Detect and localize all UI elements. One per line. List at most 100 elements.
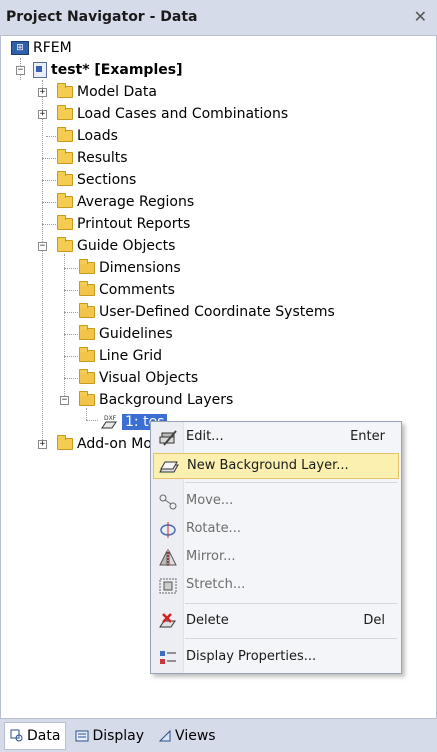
tree-connector bbox=[86, 420, 98, 421]
menu-item-label: Mirror... bbox=[186, 549, 236, 564]
folder-icon bbox=[57, 193, 73, 208]
edit-icon bbox=[158, 429, 178, 447]
menu-item-label: Move... bbox=[186, 493, 234, 508]
tree-item-comments[interactable]: Comments bbox=[79, 279, 175, 301]
tree-project-label: test* [Examples] bbox=[51, 62, 183, 78]
folder-icon bbox=[79, 281, 95, 296]
tree-item-label: Dimensions bbox=[99, 260, 181, 276]
menu-item-display-properties[interactable]: Display Properties... bbox=[153, 645, 399, 671]
tree-item-label: Visual Objects bbox=[99, 370, 199, 386]
menu-item-label: Rotate... bbox=[186, 521, 241, 536]
folder-icon bbox=[79, 303, 95, 318]
folder-icon bbox=[79, 347, 95, 362]
expand-toggle[interactable]: + bbox=[38, 88, 47, 97]
folder-icon bbox=[79, 259, 95, 274]
tree-root-label: RFEM bbox=[33, 40, 72, 56]
tree-item-label: Results bbox=[77, 150, 128, 166]
collapse-toggle[interactable]: − bbox=[38, 242, 47, 251]
folder-icon bbox=[79, 391, 95, 406]
tree-item-model-data[interactable]: Model Data bbox=[57, 81, 157, 103]
title-bar: Project Navigator - Data ✕ bbox=[0, 0, 437, 36]
menu-item-edit[interactable]: Edit... Enter bbox=[153, 425, 399, 451]
tree-item-sections[interactable]: Sections bbox=[57, 169, 136, 191]
folder-icon bbox=[79, 325, 95, 340]
tree-item-label: Line Grid bbox=[99, 348, 163, 364]
tree-item-label: Load Cases and Combinations bbox=[77, 106, 289, 122]
context-menu: Edit... Enter New Background Layer... Mo… bbox=[150, 421, 402, 674]
menu-separator bbox=[185, 638, 397, 639]
tree-connector bbox=[42, 224, 58, 225]
menu-item-label: Display Properties... bbox=[186, 649, 317, 664]
menu-item-label: Stretch... bbox=[186, 577, 246, 592]
tree-item-loads[interactable]: Loads bbox=[57, 125, 118, 147]
menu-item-label: New Background Layer... bbox=[187, 458, 349, 473]
menu-item-rotate[interactable]: Rotate... bbox=[153, 517, 399, 543]
tab-display[interactable]: Display bbox=[70, 723, 149, 749]
tree-item-average-regions[interactable]: Average Regions bbox=[57, 191, 194, 213]
tab-label: Data bbox=[27, 727, 61, 744]
menu-item-delete[interactable]: Delete Del bbox=[153, 609, 399, 635]
data-tab-icon bbox=[10, 729, 24, 743]
collapse-toggle[interactable]: − bbox=[60, 396, 69, 405]
menu-separator bbox=[185, 603, 397, 604]
tree-item-label: Guide Objects bbox=[77, 238, 176, 254]
tab-label: Views bbox=[175, 727, 216, 744]
tree-item-label: Add-on Mo bbox=[77, 436, 152, 452]
tree-item-printout-reports[interactable]: Printout Reports bbox=[57, 213, 190, 235]
close-icon[interactable]: ✕ bbox=[414, 7, 427, 26]
expand-toggle[interactable]: + bbox=[38, 110, 47, 119]
menu-item-move[interactable]: Move... bbox=[153, 489, 399, 515]
tree-connector bbox=[42, 180, 58, 181]
expand-toggle[interactable]: + bbox=[38, 440, 47, 449]
menu-item-stretch[interactable]: Stretch... bbox=[153, 573, 399, 599]
delete-icon bbox=[158, 613, 178, 631]
rfem-icon: ⊞ bbox=[11, 41, 29, 55]
menu-item-new-background-layer[interactable]: New Background Layer... bbox=[153, 453, 399, 479]
new-layer-icon bbox=[159, 458, 179, 476]
tree-item-label: Loads bbox=[77, 128, 118, 144]
move-icon bbox=[158, 493, 178, 511]
tree-project[interactable]: test* [Examples] bbox=[33, 59, 182, 81]
folder-icon bbox=[57, 105, 73, 120]
tree-item-label: Sections bbox=[77, 172, 137, 188]
tab-data[interactable]: Data bbox=[4, 721, 67, 750]
tree-item-guidelines[interactable]: Guidelines bbox=[79, 323, 173, 345]
stretch-icon bbox=[158, 577, 178, 595]
tab-label: Display bbox=[92, 727, 145, 744]
menu-item-shortcut: Del bbox=[363, 613, 385, 628]
menu-item-shortcut: Enter bbox=[350, 429, 385, 444]
tree-item-background-layers[interactable]: Background Layers bbox=[79, 389, 233, 411]
tree-connector bbox=[64, 312, 78, 313]
tree-item-guide-objects[interactable]: Guide Objects bbox=[57, 235, 175, 257]
tree-item-label: Average Regions bbox=[77, 194, 195, 210]
tree-item-results[interactable]: Results bbox=[57, 147, 128, 169]
tree-item-label: Background Layers bbox=[99, 392, 234, 408]
svg-text:DXF: DXF bbox=[104, 415, 117, 422]
tree-item-label: Comments bbox=[99, 282, 175, 298]
tab-views[interactable]: Views bbox=[153, 723, 221, 749]
tree-item-dimensions[interactable]: Dimensions bbox=[79, 257, 181, 279]
menu-item-mirror[interactable]: Mirror... bbox=[153, 545, 399, 571]
folder-icon bbox=[57, 149, 73, 164]
navigator-tab-bar: Data Display Views bbox=[0, 718, 437, 752]
dxf-layer-icon: DXF bbox=[100, 414, 118, 430]
tree-item-label: Guidelines bbox=[99, 326, 173, 342]
display-properties-icon bbox=[158, 649, 178, 667]
collapse-toggle[interactable]: − bbox=[16, 66, 25, 75]
menu-item-label: Delete bbox=[186, 613, 229, 628]
mirror-icon bbox=[158, 549, 178, 567]
tree-item-add-on-modules[interactable]: Add-on Mo bbox=[57, 433, 152, 455]
folder-icon bbox=[57, 435, 73, 450]
menu-item-label: Edit... bbox=[186, 429, 224, 444]
window-title: Project Navigator - Data bbox=[6, 9, 198, 25]
display-tab-icon bbox=[75, 729, 89, 743]
tree-root[interactable]: ⊞ RFEM bbox=[11, 37, 72, 59]
tree-connector bbox=[42, 80, 43, 444]
folder-icon bbox=[57, 237, 73, 252]
views-tab-icon bbox=[158, 729, 172, 743]
tree-item-visual-objects[interactable]: Visual Objects bbox=[79, 367, 198, 389]
tree-item-coordinate-systems[interactable]: User-Defined Coordinate Systems bbox=[79, 301, 335, 323]
tree-item-load-cases[interactable]: Load Cases and Combinations bbox=[57, 103, 288, 125]
tree-item-line-grid[interactable]: Line Grid bbox=[79, 345, 162, 367]
folder-icon bbox=[57, 127, 73, 142]
